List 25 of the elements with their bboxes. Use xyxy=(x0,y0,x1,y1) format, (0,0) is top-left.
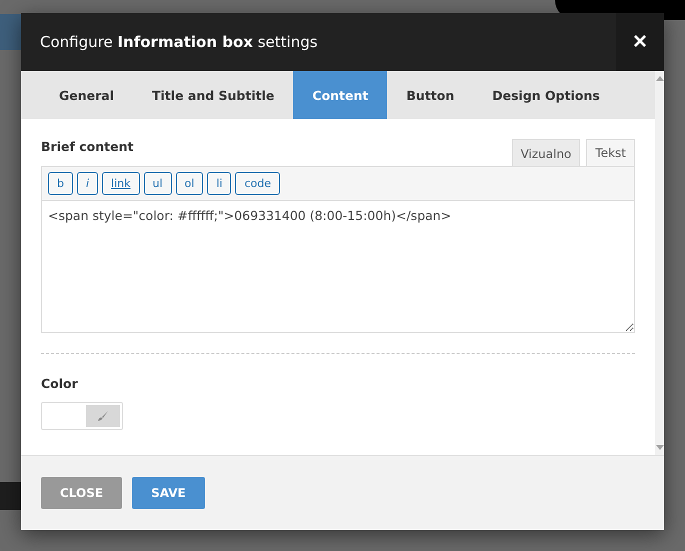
brush-icon xyxy=(97,410,109,422)
picker-button[interactable] xyxy=(86,405,120,427)
tab[interactable]: Title and Subtitle xyxy=(133,71,294,119)
field-label: Color xyxy=(41,376,79,391)
save-button[interactable]: SAVE xyxy=(132,477,205,509)
tab[interactable]: General xyxy=(40,71,133,119)
format-button[interactable]: i xyxy=(76,172,98,195)
editor-tab[interactable]: Tekst xyxy=(586,139,635,167)
format-button[interactable]: ol xyxy=(176,172,204,195)
tab[interactable]: Content xyxy=(293,71,388,119)
format-button[interactable]: b xyxy=(48,172,73,195)
content-field[interactable]: b i link ul ol li code <span style="color: #ffffff;">069331400 (8:00-15:00h)</span> xyxy=(41,166,635,333)
tab[interactable]: Design Options xyxy=(473,71,619,119)
close-button[interactable]: CLOSE xyxy=(41,477,122,509)
editor-tab[interactable]: Vizualno xyxy=(512,139,580,167)
field-label: Brief content xyxy=(41,139,134,154)
scrollbar[interactable] xyxy=(655,71,664,455)
color-picker[interactable] xyxy=(41,402,123,430)
dialog-title: Configure Information box settings xyxy=(40,33,319,51)
close-button[interactable]: × xyxy=(616,13,664,71)
format-button[interactable]: li xyxy=(207,172,232,195)
tab[interactable]: Button xyxy=(387,71,474,119)
format-button[interactable]: link xyxy=(102,172,140,195)
format-button[interactable]: code xyxy=(235,172,280,195)
format-button[interactable]: ul xyxy=(144,172,172,195)
